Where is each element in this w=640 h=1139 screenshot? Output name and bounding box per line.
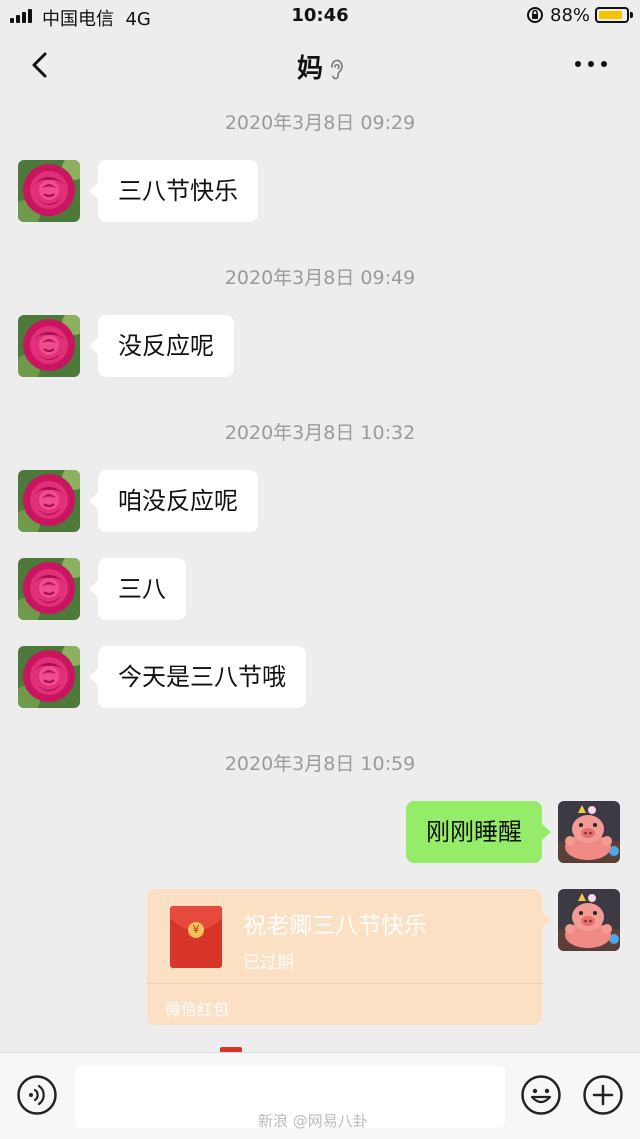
watermark: 新浪 @网易八卦 (258, 1112, 368, 1130)
rotation-lock-icon (527, 7, 543, 23)
plus-icon[interactable] (583, 1075, 623, 1115)
message-timestamp: 2020年3月8日 10:59 (224, 753, 416, 775)
emoji-icon[interactable] (521, 1075, 561, 1115)
chat-title: 妈 (0, 48, 640, 85)
received-message-bubble[interactable]: 三八 (89, 558, 186, 620)
red-packet-status: 已过期 (243, 953, 294, 973)
red-packet-title: 祝老卿三八节快乐 (243, 913, 427, 939)
more-dots-icon[interactable] (572, 54, 610, 74)
status-bar: 中国电信 4G 10:46 88% (0, 0, 640, 32)
battery-percent: 88% (550, 5, 591, 26)
red-packet-card[interactable]: ¥ 祝老卿三八节快乐 已过期 微信红包 (147, 889, 551, 1025)
contact-name: 妈 (296, 54, 323, 84)
nav-bar: 妈 (0, 32, 640, 100)
message-timestamp: 2020年3月8日 10:32 (224, 422, 416, 444)
contact-avatar[interactable] (18, 315, 80, 377)
message-timestamp: 2020年3月8日 09:49 (224, 267, 416, 289)
battery-icon (595, 7, 633, 23)
sent-message-bubble[interactable]: 刚刚睡醒 (406, 801, 551, 863)
red-packet-divider (147, 983, 542, 984)
contact-avatar[interactable] (18, 470, 80, 532)
message-timestamp: 2020年3月8日 09:29 (224, 112, 416, 134)
my-avatar[interactable] (558, 889, 620, 951)
status-time: 10:46 (291, 5, 349, 26)
received-message-bubble[interactable]: 三八节快乐 (89, 160, 258, 222)
received-message-bubble[interactable]: 没反应呢 (89, 315, 234, 377)
received-message-bubble[interactable]: 咱没反应呢 (89, 470, 258, 532)
contact-avatar[interactable] (18, 160, 80, 222)
contact-avatar[interactable] (18, 646, 80, 708)
my-avatar[interactable] (558, 801, 620, 863)
voice-icon[interactable] (17, 1075, 57, 1115)
contact-avatar[interactable] (18, 558, 80, 620)
red-packet-footer: 微信红包 (165, 1000, 230, 1019)
ear-icon (331, 59, 343, 80)
received-message-bubble[interactable]: 今天是三八节哦 (89, 646, 306, 708)
red-envelope-icon: ¥ (170, 906, 222, 968)
